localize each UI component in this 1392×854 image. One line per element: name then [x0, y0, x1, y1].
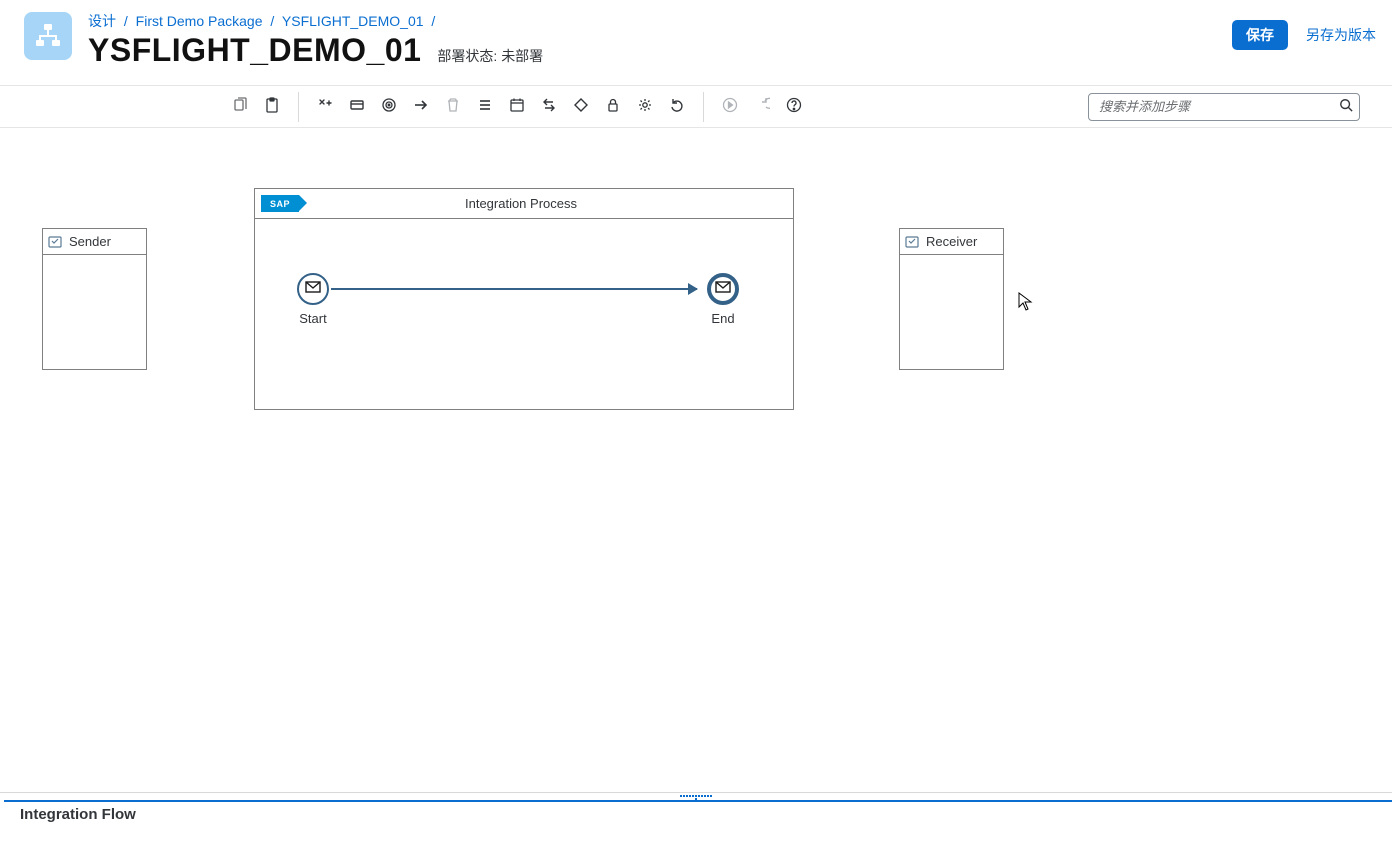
add-event-button[interactable]: [309, 91, 341, 123]
play-icon: [722, 97, 738, 116]
breadcrumb-sep: /: [120, 13, 132, 29]
delete-button[interactable]: [437, 91, 469, 123]
sap-badge: SAP: [261, 195, 299, 212]
calendar-button[interactable]: [501, 91, 533, 123]
search-button[interactable]: [1336, 97, 1356, 117]
page-header: 设计 / First Demo Package / YSFLIGHT_DEMO_…: [0, 0, 1392, 86]
end-label: End: [705, 311, 741, 326]
question-icon: [786, 97, 802, 116]
sender-label: Sender: [67, 234, 111, 249]
sequence-flow[interactable]: [331, 288, 697, 290]
target-icon: [381, 97, 397, 116]
page-title: YSFLIGHT_DEMO_01: [88, 32, 421, 69]
search-steps: [1088, 93, 1360, 121]
deploy-status: 部署状态: 未部署: [437, 46, 543, 66]
settings-button[interactable]: [629, 91, 661, 123]
arrow-right-icon: [413, 97, 429, 116]
envelope-icon: [715, 280, 731, 298]
rotate-button[interactable]: [661, 91, 693, 123]
cursor-icon: [1018, 292, 1034, 317]
menu-button[interactable]: [469, 91, 501, 123]
toolbar-separator: [703, 92, 704, 122]
play-button[interactable]: [714, 91, 746, 123]
search-icon: [1339, 98, 1353, 115]
breadcrumb-sep: /: [266, 13, 278, 29]
editor-toolbar: [0, 86, 1392, 128]
gear-icon: [637, 97, 653, 116]
rotate-icon: [669, 97, 685, 116]
end-event[interactable]: End: [705, 273, 741, 326]
copy-button[interactable]: [224, 91, 256, 123]
process-header: SAP Integration Process: [255, 189, 793, 219]
undo-button[interactable]: [746, 91, 778, 123]
add-task-button[interactable]: [341, 91, 373, 123]
swap-button[interactable]: [533, 91, 565, 123]
design-canvas[interactable]: Sender Receiver SAP Integration Process: [0, 128, 1392, 826]
integration-process[interactable]: SAP Integration Process Start: [254, 188, 794, 410]
help-button[interactable]: [778, 91, 810, 123]
copy-icon: [232, 97, 248, 116]
receiver-label: Receiver: [924, 234, 977, 249]
start-label: Start: [295, 311, 331, 326]
toolbar-separator: [298, 92, 299, 122]
undo-icon: [754, 97, 770, 116]
add-target-button[interactable]: [373, 91, 405, 123]
start-event[interactable]: Start: [295, 273, 331, 326]
calendar-icon: [509, 97, 525, 116]
process-title: Integration Process: [299, 196, 793, 211]
breadcrumb-iflow[interactable]: YSFLIGHT_DEMO_01: [282, 13, 424, 29]
diamond-icon: [573, 97, 589, 116]
envelope-icon: [305, 280, 321, 298]
search-input[interactable]: [1088, 93, 1360, 121]
lock-button[interactable]: [597, 91, 629, 123]
menu-icon: [477, 97, 493, 116]
panel-drag-handle[interactable]: [0, 792, 1392, 800]
sender-pool[interactable]: Sender: [42, 228, 147, 370]
swap-icon: [541, 97, 557, 116]
participant-icon: [43, 236, 67, 248]
add-connector-button[interactable]: [405, 91, 437, 123]
rectangle-icon: [349, 97, 365, 116]
paste-icon: [264, 97, 280, 116]
paste-button[interactable]: [256, 91, 288, 123]
sparkle-plus-icon: [317, 97, 333, 116]
receiver-pool[interactable]: Receiver: [899, 228, 1004, 370]
properties-title: Integration Flow: [20, 806, 136, 823]
breadcrumb: 设计 / First Demo Package / YSFLIGHT_DEMO_…: [88, 12, 1368, 30]
breadcrumb-package[interactable]: First Demo Package: [136, 13, 263, 29]
lock-icon: [605, 97, 621, 116]
breadcrumb-design[interactable]: 设计: [88, 13, 116, 29]
gateway-button[interactable]: [565, 91, 597, 123]
properties-panel[interactable]: Integration Flow: [4, 800, 1392, 826]
trash-icon: [445, 97, 461, 116]
save-as-version-button[interactable]: 另存为版本: [1306, 25, 1376, 45]
participant-icon: [900, 236, 924, 248]
save-button[interactable]: 保存: [1232, 20, 1288, 50]
breadcrumb-sep: /: [427, 13, 439, 29]
artifact-icon: [24, 12, 72, 60]
